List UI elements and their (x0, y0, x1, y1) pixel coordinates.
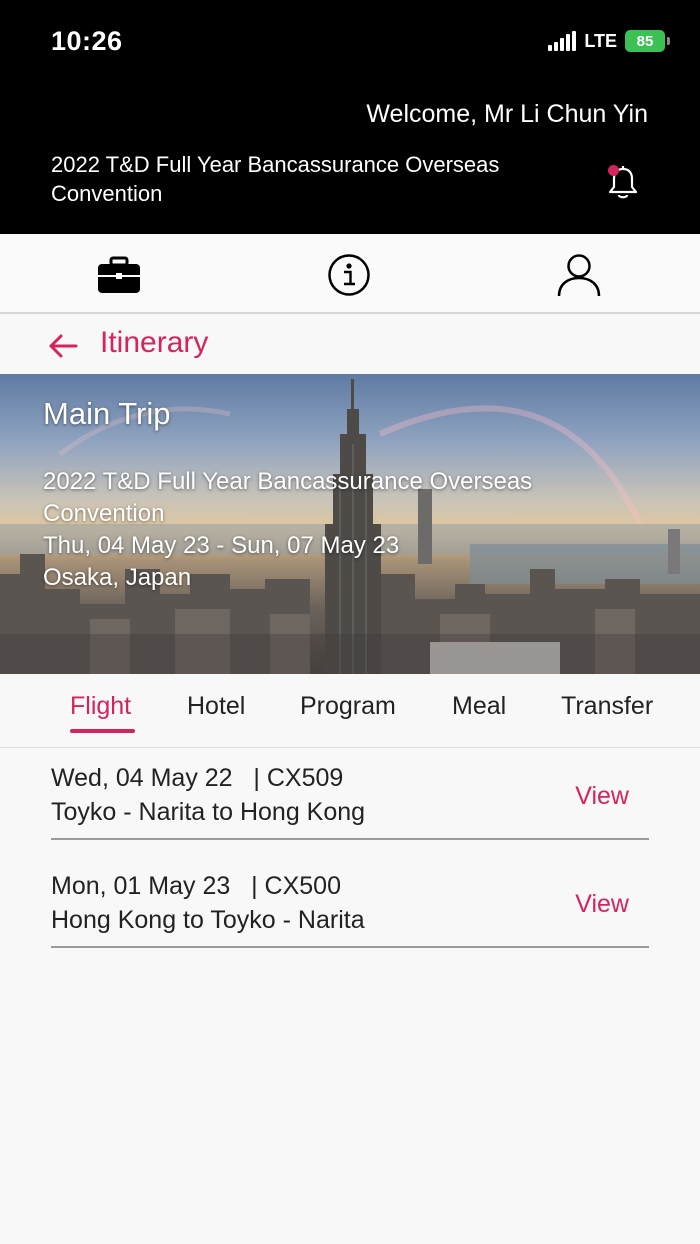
page-title: Itinerary (100, 326, 209, 359)
trip-label: Main Trip (43, 396, 171, 431)
category-tabs: Flight Hotel Program Meal Transfer (0, 674, 700, 748)
welcome-text: Welcome, Mr Li Chun Yin (366, 100, 648, 128)
battery-cap (667, 37, 670, 45)
tab-flight[interactable]: Flight (70, 692, 131, 721)
active-tab-indicator (70, 729, 135, 733)
flight-route: Toyko - Narita to Hong Kong (51, 798, 366, 826)
tab-meal[interactable]: Meal (452, 692, 506, 721)
flight-route: Hong Kong to Toyko - Narita (51, 906, 365, 934)
tab-transfer[interactable]: Transfer (561, 692, 653, 721)
tab-hotel[interactable]: Hotel (187, 692, 245, 721)
flight-date-number: Mon, 01 May 23 | CX500 (51, 872, 341, 900)
network-label: LTE (584, 30, 617, 51)
list-item: Mon, 01 May 23 | CX500 Hong Kong to Toyk… (51, 856, 649, 948)
list-item: Wed, 04 May 22 | CX509 Toyko - Narita to… (51, 748, 649, 840)
status-indicators: LTE 85 (548, 30, 670, 52)
trip-details: 2022 T&D Full Year Bancassurance Oversea… (43, 466, 603, 594)
flight-date-number: Wed, 04 May 22 | CX509 (51, 764, 344, 792)
trip-banner: Main Trip 2022 T&D Full Year Bancassuran… (0, 374, 700, 674)
tab-program[interactable]: Program (300, 692, 396, 721)
view-button[interactable]: View (575, 782, 629, 811)
trip-event-name: 2022 T&D Full Year Bancassurance Oversea… (43, 468, 533, 527)
briefcase-icon[interactable] (96, 252, 142, 298)
page-header: Itinerary (0, 316, 700, 374)
notification-dot (608, 165, 619, 176)
view-button[interactable]: View (575, 890, 629, 919)
trip-location: Osaka, Japan (43, 564, 192, 591)
event-title: 2022 T&D Full Year Bancassurance Oversea… (51, 152, 500, 206)
arrow-left-icon[interactable] (48, 331, 78, 361)
header: 10:26 LTE 85 Welcome, Mr Li Chun Yin 202… (0, 0, 700, 234)
battery-icon: 85 (625, 30, 665, 52)
status-time: 10:26 (51, 26, 123, 56)
info-icon[interactable] (326, 252, 372, 298)
signal-icon (548, 31, 577, 51)
icon-nav (0, 234, 700, 314)
user-icon[interactable] (556, 252, 602, 298)
trip-dates: Thu, 04 May 23 - Sun, 07 May 23 (43, 532, 400, 559)
